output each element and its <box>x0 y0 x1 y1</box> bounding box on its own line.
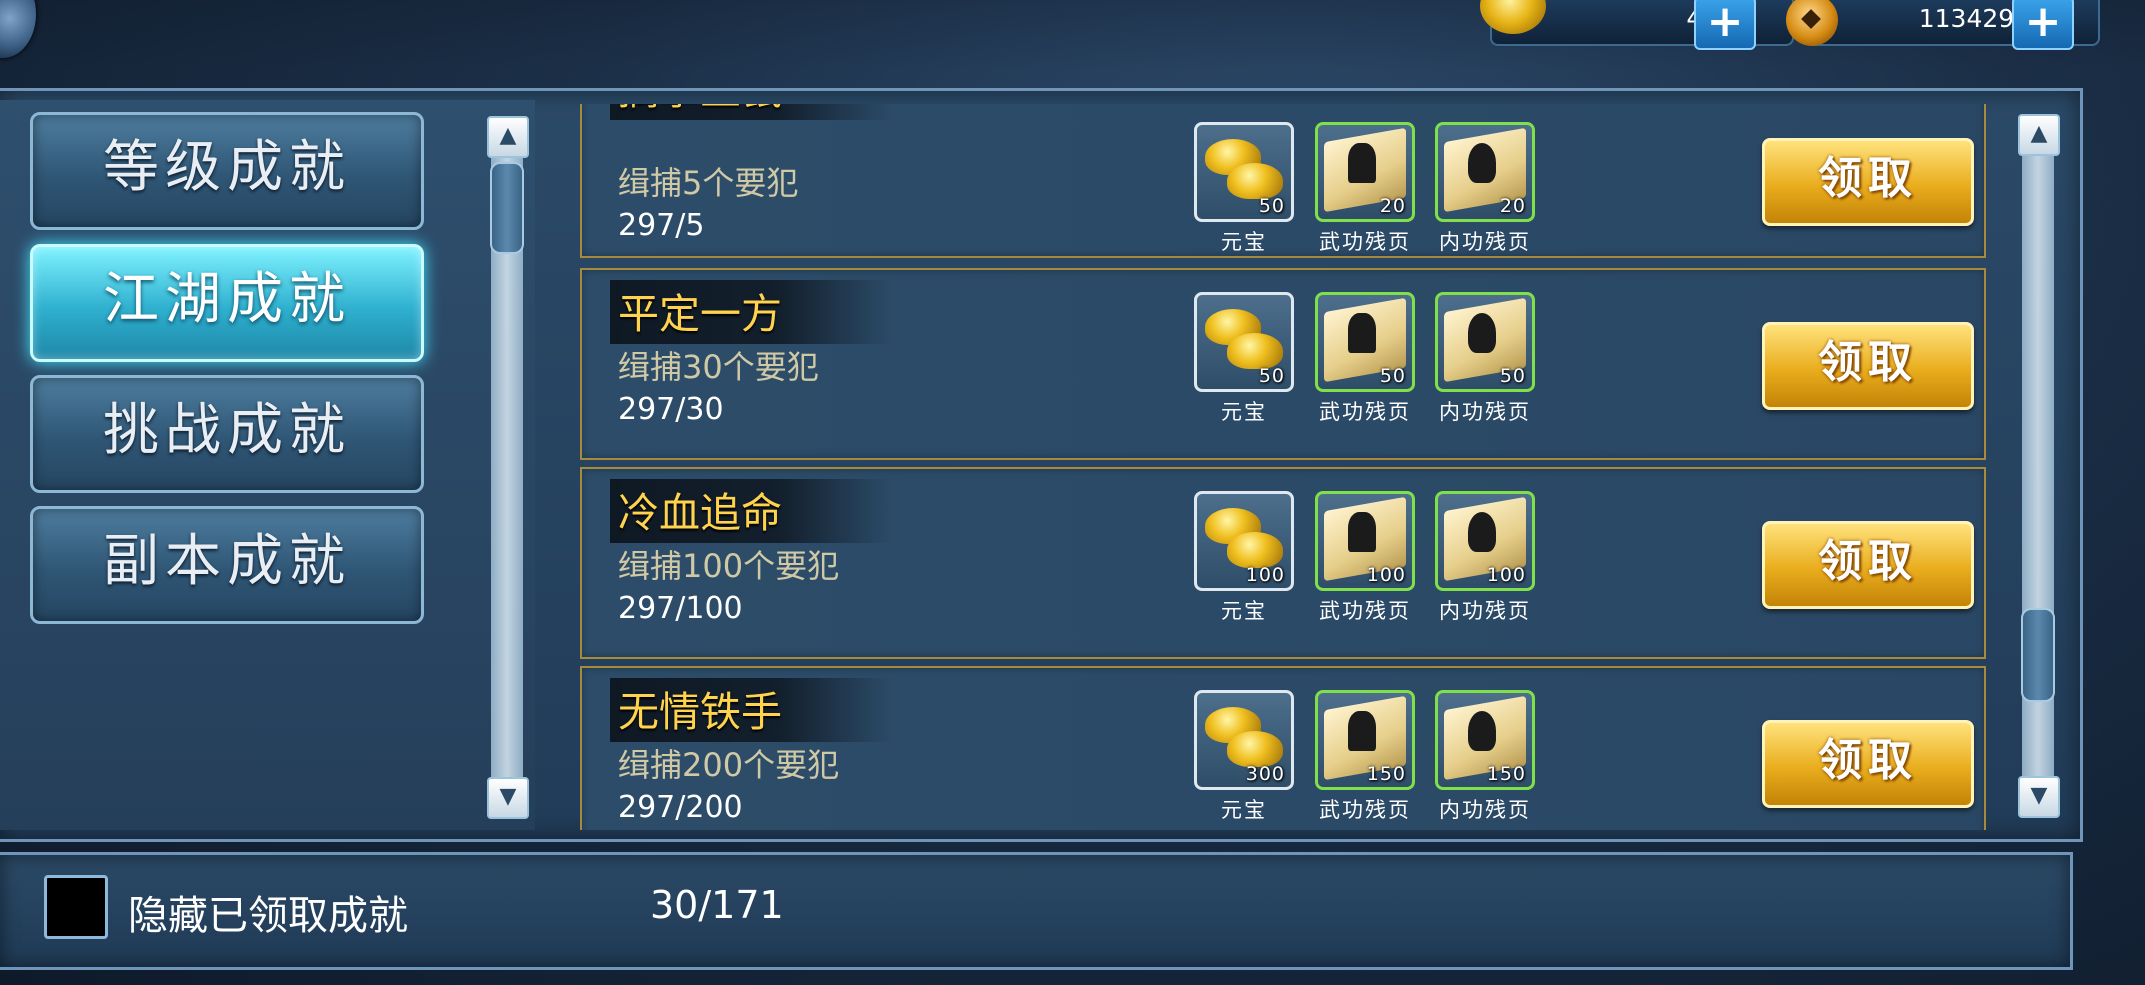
list-item: 无情铁手 缉捕200个要犯 297/200 300 元宝 150 武功残页 15… <box>580 666 1986 830</box>
category-scroll-up-icon[interactable]: ▲ <box>487 116 529 158</box>
reward-label: 内功残页 <box>1439 230 1531 254</box>
list-scrollbar-track[interactable] <box>2022 120 2054 810</box>
achievement-desc: 缉捕200个要犯 <box>618 746 840 784</box>
martial-scroll-icon: 20 <box>1315 122 1415 222</box>
reward-qty: 100 <box>1486 564 1526 586</box>
inner-scroll-icon: 50 <box>1435 292 1535 392</box>
add-gold-button[interactable]: + <box>1694 0 1756 50</box>
reward-item[interactable]: 20 内功残页 <box>1435 122 1535 256</box>
reward-qty: 50 <box>1499 365 1526 387</box>
list-scroll-down-icon[interactable]: ▼ <box>2018 776 2060 818</box>
reward-qty: 50 <box>1258 195 1285 217</box>
gold-ingot-icon: 300 <box>1194 690 1294 790</box>
achievement-title: 无情铁手 <box>610 678 892 742</box>
claim-button[interactable]: 领取 <box>1762 138 1974 226</box>
coin-currency: 11342981 + <box>1786 0 2145 50</box>
reward-label: 元宝 <box>1221 798 1267 822</box>
inner-scroll-icon: 20 <box>1435 122 1535 222</box>
gold-ingot-icon: 50 <box>1194 292 1294 392</box>
martial-scroll-icon: 150 <box>1315 690 1415 790</box>
claim-button[interactable]: 领取 <box>1762 720 1974 808</box>
achievement-desc: 缉捕5个要犯 <box>618 164 799 202</box>
tab-dungeon-achievement[interactable]: 副本成就 <box>30 506 424 624</box>
hide-claimed-label: 隐藏已领取成就 <box>128 893 408 939</box>
inner-scroll-icon: 150 <box>1435 690 1535 790</box>
reward-item[interactable]: 50 武功残页 <box>1315 292 1415 426</box>
tab-jianghu-achievement[interactable]: 江湖成就 <box>30 244 424 362</box>
reward-qty: 150 <box>1366 763 1406 785</box>
claim-button[interactable]: 领取 <box>1762 521 1974 609</box>
achievement-progress: 297/100 <box>618 591 743 626</box>
achievement-progress: 297/30 <box>618 392 724 427</box>
reward-item[interactable]: 300 元宝 <box>1194 690 1294 824</box>
reward-label: 武功残页 <box>1319 400 1411 424</box>
reward-item[interactable]: 150 武功残页 <box>1315 690 1415 824</box>
achievement-progress: 297/5 <box>618 208 705 243</box>
achievement-progress: 297/200 <box>618 790 743 825</box>
footer-bar: 隐藏已领取成就 30/171 <box>0 852 2073 970</box>
top-bar: 4800 + 11342981 + <box>0 0 2145 70</box>
achievement-desc: 缉捕100个要犯 <box>618 547 840 585</box>
reward-qty: 50 <box>1258 365 1285 387</box>
reward-label: 内功残页 <box>1439 798 1531 822</box>
reward-label: 内功残页 <box>1439 400 1531 424</box>
achievement-title: 擒拿五鼠 <box>610 104 892 120</box>
tab-level-achievement[interactable]: 等级成就 <box>30 112 424 230</box>
category-scroll-down-icon[interactable]: ▼ <box>487 777 529 819</box>
category-scrollbar-thumb[interactable] <box>490 162 524 254</box>
reward-item[interactable]: 100 武功残页 <box>1315 491 1415 625</box>
category-panel: 等级成就 江湖成就 挑战成就 副本成就 ▲ ▼ <box>0 100 535 830</box>
reward-label: 元宝 <box>1221 230 1267 254</box>
reward-item[interactable]: 50 内功残页 <box>1435 292 1535 426</box>
claim-button[interactable]: 领取 <box>1762 322 1974 410</box>
reward-label: 元宝 <box>1221 400 1267 424</box>
achievement-title: 平定一方 <box>610 280 892 344</box>
gold-ingot-icon: 100 <box>1194 491 1294 591</box>
reward-label: 武功残页 <box>1319 599 1411 623</box>
inner-scroll-icon: 100 <box>1435 491 1535 591</box>
reward-item[interactable]: 100 内功残页 <box>1435 491 1535 625</box>
add-coin-button[interactable]: + <box>2012 0 2074 50</box>
reward-item[interactable]: 20 武功残页 <box>1315 122 1415 256</box>
reward-qty: 150 <box>1486 763 1526 785</box>
achievement-count: 30/171 <box>650 883 784 927</box>
reward-qty: 100 <box>1366 564 1406 586</box>
reward-item[interactable]: 100 元宝 <box>1194 491 1294 625</box>
reward-label: 元宝 <box>1221 599 1267 623</box>
martial-scroll-icon: 100 <box>1315 491 1415 591</box>
achievement-list: 擒拿五鼠 缉捕5个要犯 297/5 50 元宝 20 武功残页 20 内功残页 <box>566 104 1986 830</box>
hide-claimed-checkbox[interactable] <box>44 875 108 939</box>
list-item: 冷血追命 缉捕100个要犯 297/100 100 元宝 100 武功残页 10… <box>580 467 1986 659</box>
list-scrollbar-thumb[interactable] <box>2021 608 2055 702</box>
reward-label: 武功残页 <box>1319 798 1411 822</box>
list-item: 擒拿五鼠 缉捕5个要犯 297/5 50 元宝 20 武功残页 20 内功残页 <box>580 104 1986 258</box>
reward-qty: 300 <box>1245 763 1285 785</box>
list-item: 平定一方 缉捕30个要犯 297/30 50 元宝 50 武功残页 50 内功残… <box>580 268 1986 460</box>
reward-qty: 50 <box>1379 365 1406 387</box>
gold-ingot-icon: 50 <box>1194 122 1294 222</box>
reward-item[interactable]: 50 元宝 <box>1194 122 1294 256</box>
list-scroll-up-icon[interactable]: ▲ <box>2018 114 2060 156</box>
reward-qty: 100 <box>1245 564 1285 586</box>
tab-challenge-achievement[interactable]: 挑战成就 <box>30 375 424 493</box>
reward-item[interactable]: 150 内功残页 <box>1435 690 1535 824</box>
reward-label: 武功残页 <box>1319 230 1411 254</box>
achievement-desc: 缉捕30个要犯 <box>618 348 819 386</box>
reward-item[interactable]: 50 元宝 <box>1194 292 1294 426</box>
menu-orb-icon[interactable] <box>0 0 36 58</box>
reward-label: 内功残页 <box>1439 599 1531 623</box>
reward-qty: 20 <box>1499 195 1526 217</box>
martial-scroll-icon: 50 <box>1315 292 1415 392</box>
achievement-title: 冷血追命 <box>610 479 892 543</box>
reward-qty: 20 <box>1379 195 1406 217</box>
